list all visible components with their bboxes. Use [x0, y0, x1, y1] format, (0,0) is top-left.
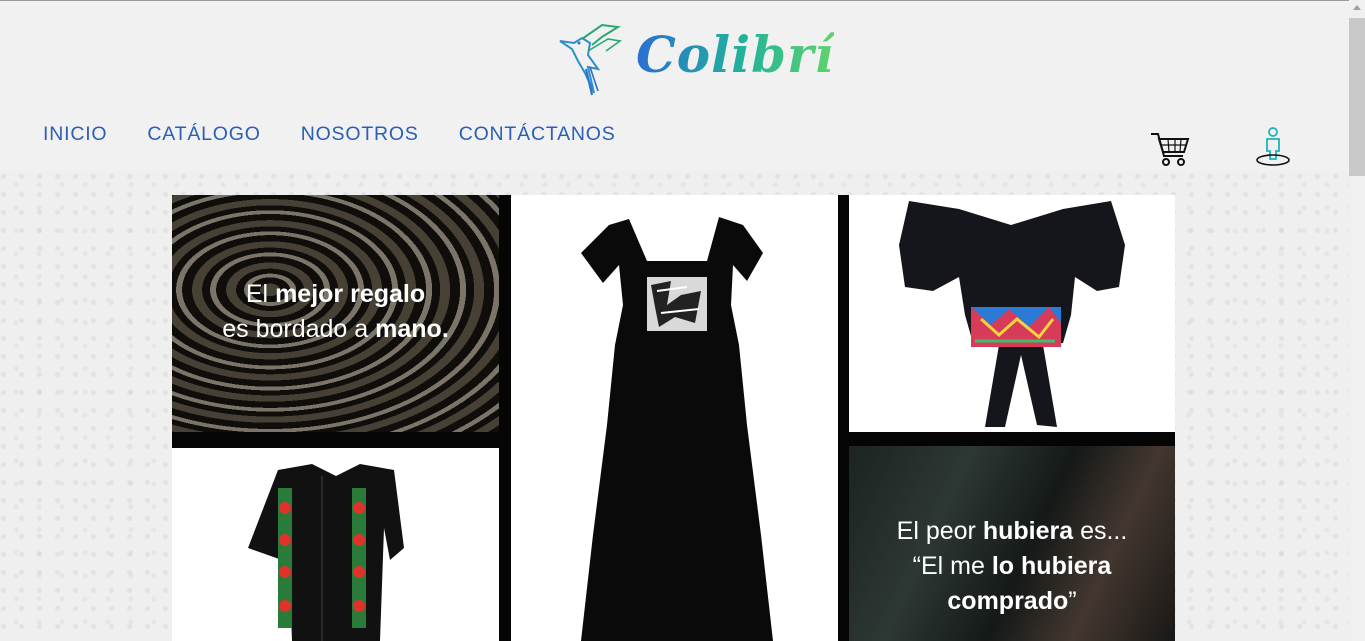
caption-bold: lo hubiera	[991, 552, 1112, 580]
user-icon[interactable]	[1254, 125, 1292, 167]
caption-text: El	[245, 280, 276, 308]
brand-name: Colibrí	[636, 25, 835, 84]
scrollbar-thumb[interactable]	[1349, 18, 1365, 176]
caption-text: es bordado a	[222, 315, 376, 343]
cart-icon[interactable]	[1150, 129, 1190, 167]
caption-text: El peor	[896, 517, 983, 545]
product-mosaic: El mejor regalo es bordado a mano. El pe…	[172, 195, 1175, 641]
caption-bold: mano.	[375, 315, 449, 343]
product-blouse-tile[interactable]	[849, 195, 1175, 432]
main-nav: INICIO CATÁLOGO NOSOTROS CONTÁCTANOS	[43, 123, 616, 146]
brand-logo[interactable]: Colibrí	[558, 21, 833, 101]
promo-embroidery-caption: El mejor regalo es bordado a mano.	[172, 277, 499, 347]
caption-bold: mejor regalo	[275, 280, 426, 308]
promo-embroidery-tile[interactable]: El mejor regalo es bordado a mano.	[172, 195, 499, 432]
blouse-image	[899, 201, 1125, 427]
nav-contactanos[interactable]: CONTÁCTANOS	[459, 123, 616, 146]
nav-catalogo[interactable]: CATÁLOGO	[147, 123, 260, 146]
caption-text: “El me	[912, 552, 992, 580]
shirt-image	[248, 464, 404, 641]
caption-bold: comprado	[947, 587, 1069, 615]
hummingbird-icon	[559, 23, 623, 96]
site-header: Colibrí INICIO CATÁLOGO NOSOTROS CONTÁCT…	[0, 1, 1349, 171]
promo-quote-caption: El peor hubiera es... “El me lo hubiera …	[849, 514, 1175, 619]
caption-text: ”	[1068, 587, 1077, 615]
nav-nosotros[interactable]: NOSOTROS	[301, 123, 419, 146]
product-shirt-tile[interactable]	[172, 448, 499, 641]
scroll-up-arrow-icon[interactable]	[1353, 5, 1361, 10]
nav-inicio[interactable]: INICIO	[43, 123, 107, 146]
caption-text: es...	[1073, 517, 1128, 545]
promo-quote-tile[interactable]: El peor hubiera es... “El me lo hubiera …	[849, 446, 1175, 641]
product-dress-tile[interactable]	[511, 195, 838, 641]
caption-bold: hubiera	[982, 517, 1074, 545]
dress-image	[581, 217, 773, 641]
